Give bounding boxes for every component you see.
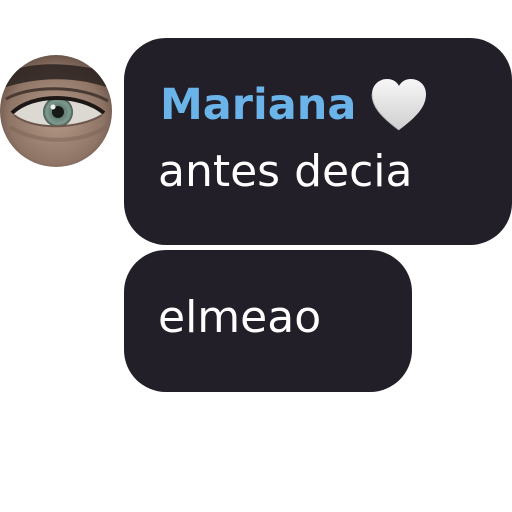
message-bubble[interactable]: elmeao	[124, 250, 412, 392]
message-text: elmeao	[158, 292, 322, 343]
white-heart-icon	[370, 78, 428, 132]
message-bubble[interactable]: Mariana antes decia	[124, 38, 512, 245]
eye-photo-icon	[0, 55, 112, 167]
chat-view: Mariana antes decia elmeao	[0, 0, 512, 512]
sender-header: Mariana	[160, 78, 428, 132]
avatar[interactable]	[0, 55, 112, 167]
message-text: antes decia	[158, 146, 413, 197]
sender-name[interactable]: Mariana	[160, 80, 356, 130]
